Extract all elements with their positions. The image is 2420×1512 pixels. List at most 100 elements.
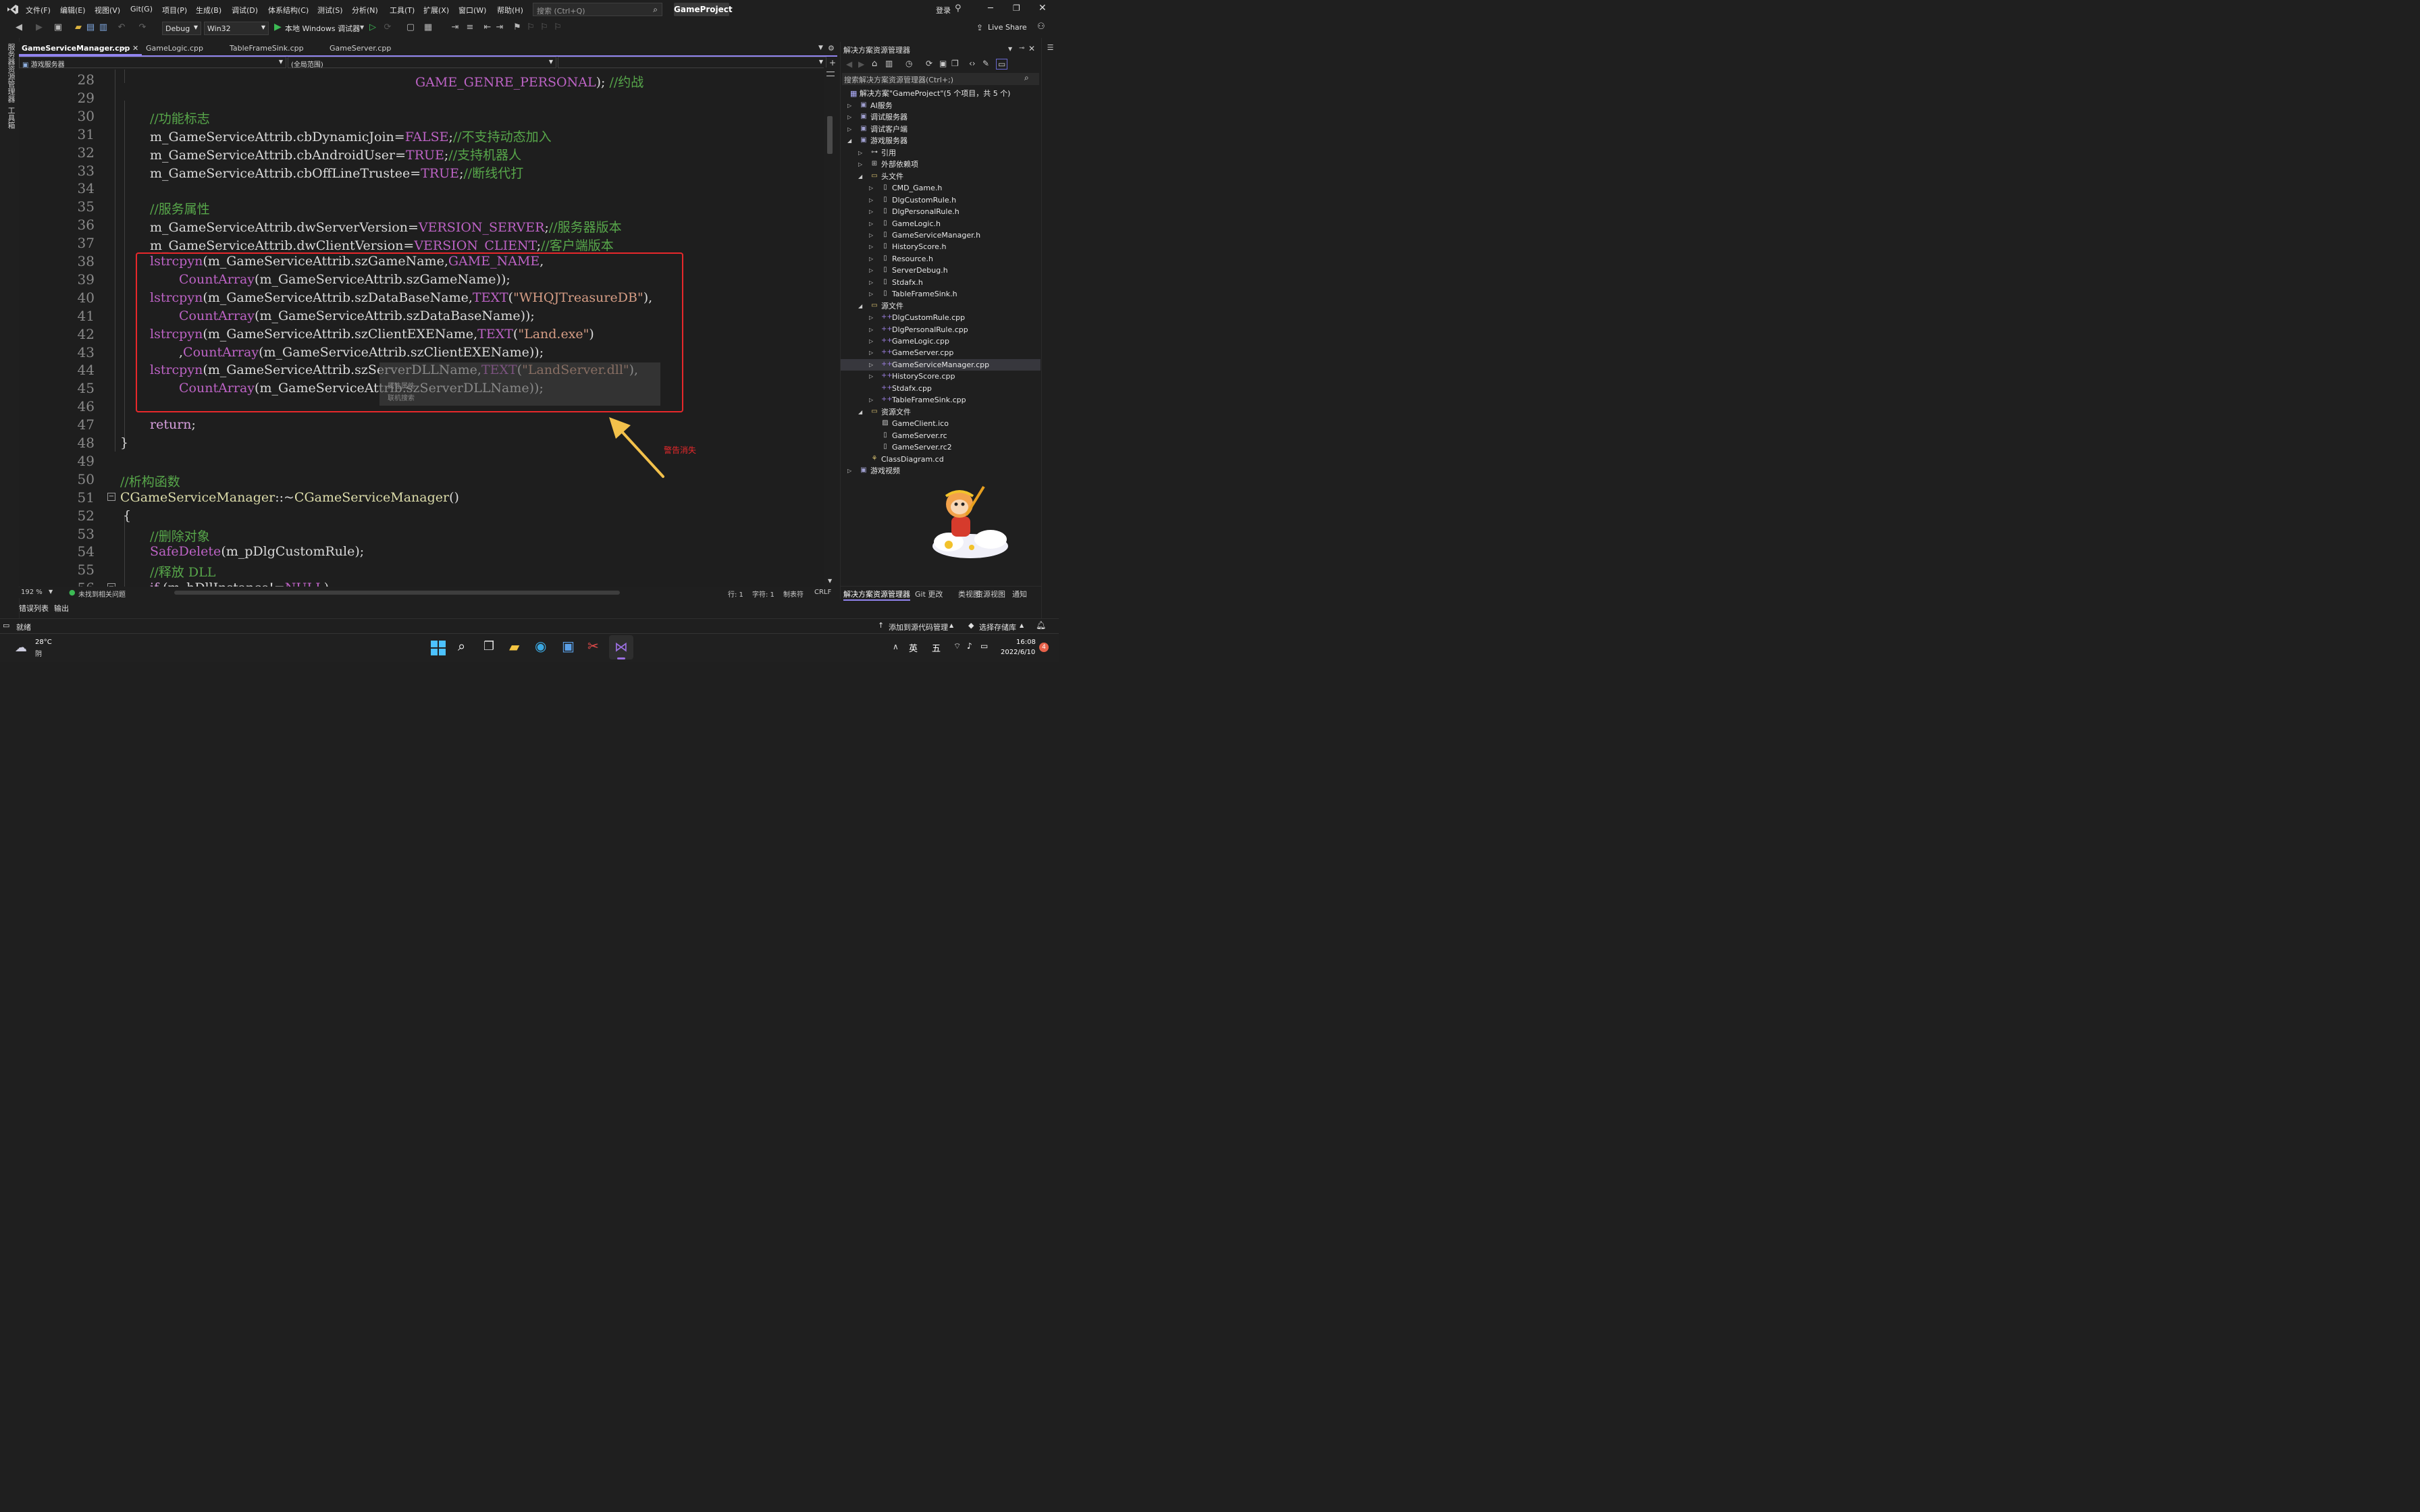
- store-icon[interactable]: ▣: [562, 638, 575, 654]
- restore-button[interactable]: ❐: [1013, 3, 1020, 13]
- windows-start-icon[interactable]: [431, 641, 446, 655]
- collapsed-arrow-icon[interactable]: ▷: [869, 394, 873, 406]
- ime-mode[interactable]: 英: [909, 641, 918, 654]
- menu-item[interactable]: 调试(D): [232, 5, 258, 16]
- collapse-toggle[interactable]: −: [107, 493, 115, 501]
- undo-icon[interactable]: ↶: [116, 22, 127, 33]
- collapse-all-icon[interactable]: ▣: [939, 59, 947, 68]
- tree-item[interactable]: ▷ ▯ ServerDebug.h: [841, 265, 1041, 276]
- collapse-toggle[interactable]: −: [107, 583, 115, 587]
- step-icon[interactable]: ⇥: [450, 22, 461, 33]
- menu-item[interactable]: 窗口(W): [458, 5, 486, 16]
- browse-icon[interactable]: ▢: [405, 22, 416, 33]
- indent-icon[interactable]: ⇤: [482, 22, 493, 33]
- live-share-icon[interactable]: ⇪: [976, 23, 983, 32]
- tree-item[interactable]: ▷ ++ GameServer.cpp: [841, 347, 1041, 358]
- start-debug-button[interactable]: 本地 Windows 调试器: [285, 23, 360, 34]
- collapsed-arrow-icon[interactable]: ▷: [869, 359, 873, 371]
- expanded-arrow-icon[interactable]: ◢: [858, 300, 862, 312]
- chevron-down-icon[interactable]: ▼: [1008, 46, 1012, 52]
- start-without-debug-icon[interactable]: ▷: [367, 22, 378, 33]
- collapsed-arrow-icon[interactable]: ▷: [869, 277, 873, 288]
- save-all-icon[interactable]: ▥: [98, 22, 109, 33]
- collapsed-arrow-icon[interactable]: ▷: [869, 312, 873, 323]
- login-link[interactable]: 登录: [936, 5, 951, 16]
- select-repository[interactable]: 选择存储库: [979, 622, 1016, 632]
- scrollbar-thumb[interactable]: [827, 116, 833, 154]
- tab-error-list[interactable]: 错误列表: [19, 603, 49, 614]
- visual-studio-taskbar-button[interactable]: ⋈: [609, 635, 633, 659]
- expanded-arrow-icon[interactable]: ◢: [858, 406, 862, 418]
- server-explorer-tab[interactable]: 服务器资源管理器: [5, 43, 16, 103]
- feedback-icon[interactable]: ⚲: [955, 3, 962, 14]
- forward-icon[interactable]: ▶: [858, 59, 864, 69]
- tree-item[interactable]: ▷ ++ DlgCustomRule.cpp: [841, 312, 1041, 323]
- tree-item[interactable]: ▷ ▣ AI服务: [841, 100, 1041, 111]
- notification-badge[interactable]: 4: [1039, 643, 1049, 652]
- clock-date[interactable]: 2022/6/10: [1001, 649, 1035, 656]
- switch-views-icon[interactable]: ▥: [885, 59, 893, 68]
- notification-bell-icon[interactable]: 🔔︎: [1036, 620, 1046, 630]
- collapsed-arrow-icon[interactable]: ▷: [847, 465, 851, 477]
- tree-item[interactable]: ▷ ++ GameServiceManager.cpp: [841, 358, 1041, 371]
- minimize-button[interactable]: ─: [988, 3, 993, 14]
- zoom-level[interactable]: 192 %: [21, 589, 43, 596]
- tree-item[interactable]: ⚘ ClassDiagram.cd: [841, 454, 1041, 465]
- search-input[interactable]: 搜索 (Ctrl+Q) ⌕: [533, 3, 662, 16]
- tree-item[interactable]: ▷ ++ DlgPersonalRule.cpp: [841, 324, 1041, 335]
- next-bookmark-icon[interactable]: ⚐: [539, 22, 550, 33]
- expanded-arrow-icon[interactable]: ◢: [858, 171, 862, 182]
- tree-item[interactable]: ◢ ▭ 资源文件: [841, 406, 1041, 418]
- tree-item[interactable]: ▷ ▣ 游戏视频: [841, 465, 1041, 477]
- tab-output[interactable]: 输出: [54, 603, 69, 614]
- back-icon[interactable]: ◀: [14, 22, 24, 33]
- tab-solution-explorer[interactable]: 解决方案资源管理器: [843, 589, 910, 601]
- open-folder-icon[interactable]: ▰: [73, 22, 84, 33]
- close-tab-icon[interactable]: ✕: [132, 42, 138, 55]
- collapsed-arrow-icon[interactable]: ▷: [858, 159, 862, 170]
- collapsed-arrow-icon[interactable]: ▷: [869, 288, 873, 300]
- collapsed-arrow-icon[interactable]: ▷: [869, 265, 873, 276]
- configuration-select[interactable]: Debug ▼: [162, 22, 201, 35]
- tab-git-changes[interactable]: Git 更改: [915, 589, 943, 599]
- tab-notifications[interactable]: 通知: [1012, 589, 1027, 599]
- settings-gear-icon[interactable]: ⚙: [828, 44, 835, 53]
- project-scope-select[interactable]: ▣ 游戏服务器 ▼: [19, 57, 286, 69]
- collapsed-arrow-icon[interactable]: ▷: [869, 371, 873, 382]
- admin-icon[interactable]: ⚇: [1037, 22, 1045, 32]
- tab-gameservicemanager[interactable]: GameServiceManager.cpp ⊸ ✕: [19, 42, 142, 55]
- menu-item[interactable]: 测试(S): [317, 5, 343, 16]
- weather-status[interactable]: 阴: [35, 648, 42, 658]
- horizontal-scrollbar[interactable]: [174, 591, 620, 595]
- chevron-down-icon[interactable]: ▼: [49, 589, 53, 595]
- tree-item[interactable]: ▷ ▯ DlgCustomRule.h: [841, 194, 1041, 206]
- menu-item[interactable]: 文件(F): [26, 5, 51, 16]
- collapsed-arrow-icon[interactable]: ▷: [847, 111, 851, 123]
- tree-item[interactable]: ▷ ▣ 调试服务器: [841, 111, 1041, 123]
- tree-item[interactable]: ▯ GameServer.rc: [841, 430, 1041, 441]
- collapsed-arrow-icon[interactable]: ▷: [869, 218, 873, 230]
- redo-icon[interactable]: ↷: [137, 22, 148, 33]
- properties-icon[interactable]: ✎: [982, 59, 989, 68]
- tree-item[interactable]: ▯ GameServer.rc2: [841, 441, 1041, 453]
- menu-item[interactable]: 项目(P): [162, 5, 187, 16]
- solution-search-input[interactable]: 搜索解决方案资源管理器(Ctrl+;) ⌕: [842, 73, 1039, 85]
- pending-changes-icon[interactable]: ◷: [905, 59, 912, 68]
- snipping-tool-icon[interactable]: ✂: [587, 638, 599, 654]
- collapsed-arrow-icon[interactable]: ▷: [869, 347, 873, 358]
- tree-item[interactable]: ▷ ▯ Stdafx.h: [841, 277, 1041, 288]
- collapsed-arrow-icon[interactable]: ▷: [847, 100, 851, 111]
- platform-select[interactable]: Win32 ▼: [204, 22, 269, 35]
- tree-item[interactable]: ▷ ▯ HistoryScore.h: [841, 241, 1041, 252]
- collapsed-arrow-icon[interactable]: ▷: [869, 230, 873, 241]
- solution-root[interactable]: ▦ 解决方案"GameProject"(5 个项目，共 5 个): [850, 88, 1010, 99]
- ime-input-method[interactable]: 五: [932, 641, 941, 654]
- collapsed-arrow-icon[interactable]: ▷: [869, 253, 873, 265]
- start-debug-icon[interactable]: ▶: [274, 22, 282, 32]
- tree-item[interactable]: ◢ ▣ 游戏服务器: [841, 135, 1041, 146]
- tree-item[interactable]: ▷ ▯ TableFrameSink.h: [841, 288, 1041, 300]
- volume-icon[interactable]: ♪: [967, 641, 972, 651]
- tree-item[interactable]: ▷ ⊞ 外部依赖项: [841, 159, 1041, 170]
- tab-resource-view[interactable]: 资源视图: [976, 589, 1005, 599]
- comment-icon[interactable]: ≡: [465, 22, 475, 33]
